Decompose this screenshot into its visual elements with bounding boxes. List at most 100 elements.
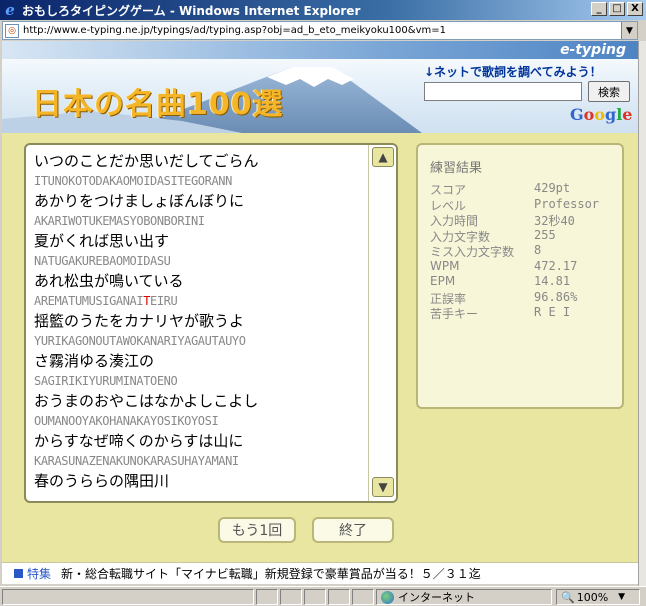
lyric-japanese: さ霧消ゆる湊江の: [34, 352, 155, 370]
result-value: 429pt: [534, 181, 571, 195]
lyric-japanese: 春のうららの隅田川: [34, 472, 170, 490]
lyrics-search-caption: ↓ネットで歌詞を調べてみよう！: [424, 65, 602, 79]
romaji-typed: AREMATUMUSIGANAI: [34, 294, 144, 308]
status-bar: インターネット 🔍 100% ▼: [0, 586, 646, 606]
zone-label: インターネット: [398, 591, 475, 604]
news-ticker: 特集 新・総合転職サイト「マイナビ転職」新規登録で豪華賞品が当る！５／３１迄: [2, 562, 638, 584]
header-stripe: [2, 41, 638, 59]
status-cell: [280, 589, 302, 605]
lyric-romaji: KARASUNAZENAKUNOKARASUHAYAMANI: [34, 454, 239, 468]
result-label: 苦手キー: [430, 307, 479, 321]
site-title: 日本の名曲100選: [32, 87, 284, 122]
bullet-square-icon: [14, 569, 23, 578]
zoom-control[interactable]: 🔍 100% ▼: [556, 589, 640, 605]
retry-button[interactable]: もう1回: [218, 517, 296, 543]
lyric-romaji: OUMANOOYAKOHANAKAYOSIKOYOSI: [34, 414, 219, 428]
status-cell: [352, 589, 374, 605]
lyric-japanese: いつのことだか思いだしてごらん: [34, 152, 259, 170]
lyric-romaji: SAGIRIKIYURUMINATOENO: [34, 374, 178, 388]
lyric-japanese: あかりをつけましょぼんぼりに: [34, 192, 245, 210]
result-row: 苦手キー R E I: [430, 305, 599, 321]
result-row: WPM 472.17: [430, 259, 599, 275]
status-cell: [256, 589, 278, 605]
brand-logo[interactable]: e-typing: [560, 42, 626, 58]
zoom-magnifier-icon: 🔍: [561, 590, 575, 604]
lyrics-list: いつのことだか思いだしてごらん ITUNOKOTODAKAOMOIDASITEG…: [34, 151, 362, 491]
lyric-romaji: NATUGAKUREBAOMOIDASU: [34, 254, 171, 268]
result-label: EPM: [430, 274, 456, 288]
result-label: レベル: [430, 198, 467, 213]
result-label: WPM: [430, 258, 460, 273]
browser-vertical-scrollbar[interactable]: [638, 41, 646, 586]
site-header: e-typing 日本の名曲100選 ↓ネットで歌詞を調べてみよう！ 検索 Go…: [2, 41, 638, 133]
security-zone[interactable]: インターネット: [376, 589, 552, 605]
lyric-japanese: 揺籃のうたをカナリヤが歌うよ: [34, 312, 245, 330]
result-value: 96.86%: [534, 289, 578, 304]
internet-globe-icon: [381, 590, 394, 604]
lyrics-scrollbar[interactable]: ▲ ▼: [368, 145, 396, 501]
page-favicon-icon: ◎: [5, 23, 19, 38]
lyric-pair: あれ松虫が鳴いている AREMATUMUSIGANAITEIRU: [34, 271, 362, 311]
lyric-romaji: AKARIWOTUKEMASYOBONBORINI: [34, 214, 205, 228]
lyric-japanese: あれ松虫が鳴いている: [34, 272, 184, 290]
lyric-pair: いつのことだか思いだしてごらん ITUNOKOTODAKAOMOIDASITEG…: [34, 151, 362, 191]
address-url[interactable]: http://www.e-typing.ne.jp/typings/ad/typ…: [23, 25, 446, 36]
result-label: 入力文字数: [430, 229, 491, 244]
scroll-down-icon[interactable]: ▼: [372, 477, 394, 497]
result-row: ミス入力文字数 8: [430, 243, 599, 259]
lyric-japanese: 夏がくれば思い出す: [34, 232, 170, 250]
results-list: スコア 429pt レベル Professor 入力時間 32秒40 入力文字数 255…: [430, 181, 599, 321]
lyric-romaji-with-error: AREMATUMUSIGANAITEIRU: [34, 291, 362, 311]
result-row: EPM 14.81: [430, 274, 599, 290]
scroll-up-icon[interactable]: ▲: [372, 147, 394, 167]
ticker-label[interactable]: 特集: [27, 565, 51, 582]
result-row: 正誤率 96.86%: [430, 290, 599, 306]
lyrics-search-input[interactable]: [424, 82, 582, 101]
minimize-button[interactable]: _: [591, 2, 607, 16]
status-message: [2, 589, 254, 605]
result-label: スコア: [430, 183, 467, 197]
window-titlebar: e おもしろタイピングゲーム - Windows Internet Explor…: [0, 0, 646, 20]
result-value: R E I: [534, 305, 571, 319]
maximize-button[interactable]: □: [609, 2, 625, 16]
quit-button[interactable]: 終了: [312, 517, 394, 543]
search-button[interactable]: 検索: [588, 81, 630, 102]
lyric-pair: 春のうららの隅田川: [34, 471, 362, 491]
lyric-pair: さ霧消ゆる湊江の SAGIRIKIYURUMINATOENO: [34, 351, 362, 391]
lyric-romaji: ITUNOKOTODAKAOMOIDASITEGORANN: [34, 174, 232, 188]
result-row: 入力時間 32秒40: [430, 212, 599, 228]
result-row: レベル Professor: [430, 197, 599, 213]
romaji-rest: EIRU: [150, 294, 178, 308]
result-label: 正誤率: [430, 291, 467, 306]
address-bar[interactable]: ◎ http://www.e-typing.ne.jp/typings/ad/t…: [2, 21, 638, 40]
ticker-link[interactable]: 新・総合転職サイト「マイナビ転職」新規登録で豪華賞品が当る！５／３１迄: [61, 565, 481, 582]
result-value: 14.81: [534, 274, 571, 288]
mistyped-char: T: [143, 294, 151, 308]
result-label: ミス入力文字数: [430, 245, 515, 259]
results-panel: 練習結果 スコア 429pt レベル Professor 入力時間 32秒40 入力文…: [416, 143, 624, 409]
lyric-pair: おうまのおやこはなかよしこよし OUMANOOYAKOHANAKAYOSIKOY…: [34, 391, 362, 431]
result-value: 472.17: [534, 258, 578, 273]
window-title: おもしろタイピングゲーム - Windows Internet Explorer: [22, 3, 361, 18]
lyrics-panel: いつのことだか思いだしてごらん ITUNOKOTODAKAOMOIDASITEG…: [24, 143, 398, 503]
result-value: 32秒40: [534, 214, 575, 228]
zoom-dropdown-icon[interactable]: ▼: [618, 592, 625, 602]
lyric-pair: あかりをつけましょぼんぼりに AKARIWOTUKEMASYOBONBORINI: [34, 191, 362, 231]
google-logo: Google: [570, 105, 633, 124]
lyric-pair: 夏がくれば思い出す NATUGAKUREBAOMOIDASU: [34, 231, 362, 271]
result-row: スコア 429pt: [430, 181, 599, 197]
status-cell: [328, 589, 350, 605]
results-title: 練習結果: [430, 161, 483, 176]
result-value: 255: [534, 227, 556, 242]
status-cell: [304, 589, 326, 605]
result-row: 入力文字数 255: [430, 228, 599, 244]
result-value: 8: [534, 243, 542, 257]
result-label: 入力時間: [430, 214, 479, 228]
zoom-level: 100%: [576, 590, 609, 604]
close-button[interactable]: X: [627, 2, 643, 16]
lyric-japanese: からすなぜ啼くのからすは山に: [34, 432, 244, 450]
lyric-pair: 揺籃のうたをカナリヤが歌うよ YURIKAGONOUTAWOKANARIYAGA…: [34, 311, 362, 351]
address-dropdown-icon[interactable]: ▼: [621, 22, 637, 39]
result-value: Professor: [534, 196, 600, 211]
lyric-japanese: おうまのおやこはなかよしこよし: [34, 392, 259, 410]
